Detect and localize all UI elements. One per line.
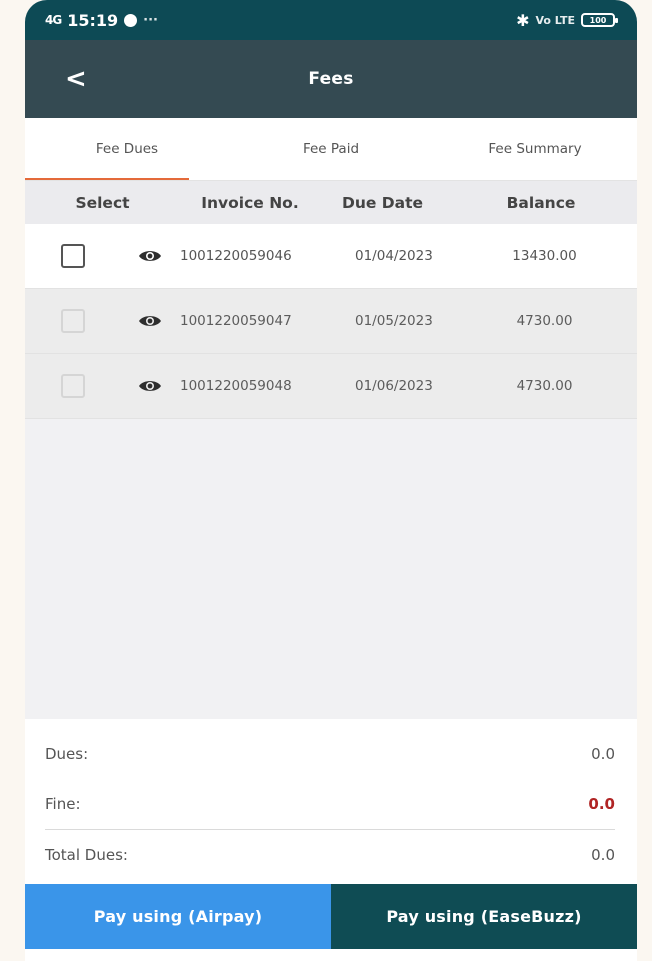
tab-fee-paid[interactable]: Fee Paid — [229, 118, 433, 180]
view-invoice-button[interactable] — [120, 249, 180, 263]
total-dues-row: Total Dues: 0.0 — [45, 830, 615, 880]
invoice-number: 1001220059047 — [180, 313, 292, 329]
dues-summary: Dues: 0.0 Fine: 0.0 Total Dues: 0.0 — [25, 719, 637, 884]
header-due-date: Due Date — [341, 193, 424, 212]
tab-bar: Fee Dues Fee Paid Fee Summary — [25, 118, 637, 181]
balance: 4730.00 — [516, 378, 573, 394]
battery-icon: 100 — [581, 13, 618, 27]
pay-airpay-button[interactable]: Pay using (Airpay) — [25, 884, 331, 949]
balance: 13430.00 — [512, 248, 577, 264]
app-bar: < Fees — [25, 40, 637, 118]
checkbox-icon — [60, 374, 85, 398]
eye-icon — [139, 381, 161, 391]
due-date: 01/05/2023 — [355, 313, 433, 329]
dues-value: 0.0 — [591, 745, 615, 763]
total-dues-label: Total Dues: — [45, 846, 128, 864]
header-invoice: Invoice No. — [201, 193, 299, 212]
due-date: 01/04/2023 — [355, 248, 433, 264]
bluetooth-icon: ✱ — [516, 10, 530, 30]
eye-icon — [139, 316, 161, 326]
balance: 4730.00 — [516, 313, 573, 329]
table-row: 1001220059046 01/04/2023 13430.00 — [25, 224, 637, 289]
eye-icon — [139, 251, 161, 261]
fine-label: Fine: — [45, 795, 81, 813]
header-balance: Balance — [506, 193, 576, 212]
checkbox-icon[interactable] — [60, 244, 85, 268]
table-row: 1001220059047 01/05/2023 4730.00 — [25, 289, 637, 354]
view-invoice-button[interactable] — [120, 379, 180, 393]
table-row: 1001220059048 01/06/2023 4730.00 — [25, 354, 637, 419]
payment-buttons: Pay using (Airpay) Pay using (EaseBuzz) — [25, 884, 637, 949]
fine-value: 0.0 — [588, 795, 615, 813]
status-left: 4G 15:19 ··· — [45, 11, 158, 30]
dues-table: Select Invoice No. Due Date Balance 1001… — [25, 181, 637, 719]
dues-label: Dues: — [45, 745, 89, 763]
status-time: 15:19 — [67, 10, 119, 30]
due-date: 01/06/2023 — [355, 378, 433, 394]
view-invoice-button[interactable] — [120, 314, 180, 328]
fine-row: Fine: 0.0 — [45, 779, 615, 829]
network-label: Vo LTE — [535, 13, 575, 27]
row-select-cell — [25, 309, 120, 333]
dues-row: Dues: 0.0 — [45, 719, 615, 779]
row-select-cell — [25, 244, 120, 268]
tab-fee-dues[interactable]: Fee Dues — [25, 118, 229, 180]
invoice-number: 1001220059048 — [180, 378, 292, 394]
message-icon — [124, 13, 138, 27]
invoice-number: 1001220059046 — [180, 248, 292, 264]
back-button[interactable]: < — [65, 66, 87, 92]
table-header: Select Invoice No. Due Date Balance — [25, 181, 637, 224]
more-notifications-icon: ··· — [143, 12, 158, 28]
page-title: Fees — [308, 69, 354, 89]
status-bar: 4G 15:19 ··· ✱ Vo LTE 100 — [25, 0, 637, 40]
checkbox-icon — [60, 309, 85, 333]
status-right: ✱ Vo LTE 100 — [516, 10, 618, 30]
row-select-cell — [25, 374, 120, 398]
pay-easebuzz-button[interactable]: Pay using (EaseBuzz) — [331, 884, 637, 949]
header-select: Select — [75, 193, 130, 212]
signal-icon: 4G — [45, 13, 62, 27]
total-dues-value: 0.0 — [591, 846, 615, 864]
tab-fee-summary[interactable]: Fee Summary — [433, 118, 637, 180]
phone-screen: 4G 15:19 ··· ✱ Vo LTE 100 < Fees Fee Due… — [25, 0, 637, 961]
